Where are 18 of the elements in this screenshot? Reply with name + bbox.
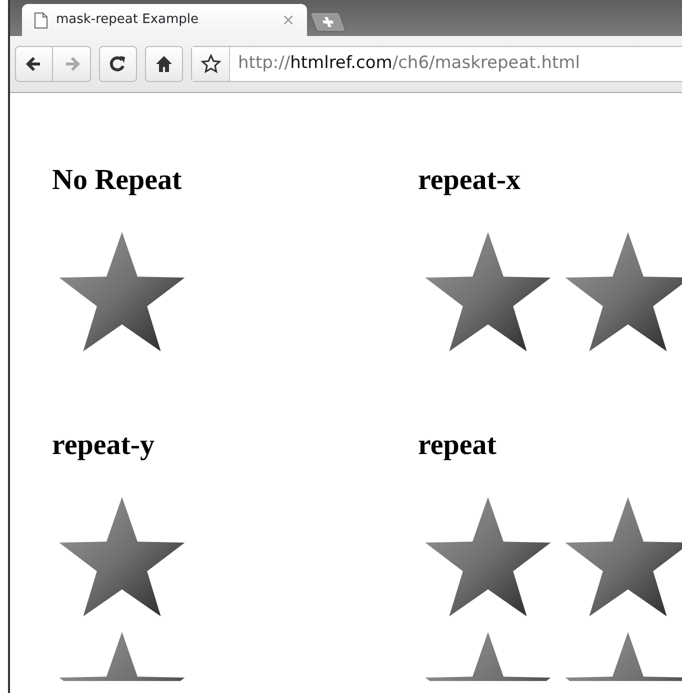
plus-icon: [320, 16, 336, 28]
star-icon: [200, 54, 220, 74]
browser-tab[interactable]: mask-repeat Example ×: [22, 4, 307, 36]
new-tab-button[interactable]: [309, 12, 347, 32]
bookmark-star-button[interactable]: [192, 47, 230, 82]
home-button[interactable]: [145, 46, 183, 82]
reload-icon: [108, 54, 128, 74]
section-heading: No Repeat: [52, 163, 183, 198]
url-text: http://htmlref.com/ch6/maskrepeat.html: [237, 52, 580, 76]
address-bar[interactable]: http://htmlref.com/ch6/maskrepeat.html: [191, 46, 682, 82]
tab-title: mask-repeat Example: [56, 11, 199, 30]
section-heading: repeat-x: [418, 163, 522, 198]
page-icon: [34, 12, 48, 29]
section-heading: repeat: [418, 428, 498, 463]
home-icon: [154, 54, 174, 74]
back-button[interactable]: [15, 46, 53, 82]
reload-button[interactable]: [99, 46, 137, 82]
section-heading: repeat-y: [52, 428, 156, 463]
